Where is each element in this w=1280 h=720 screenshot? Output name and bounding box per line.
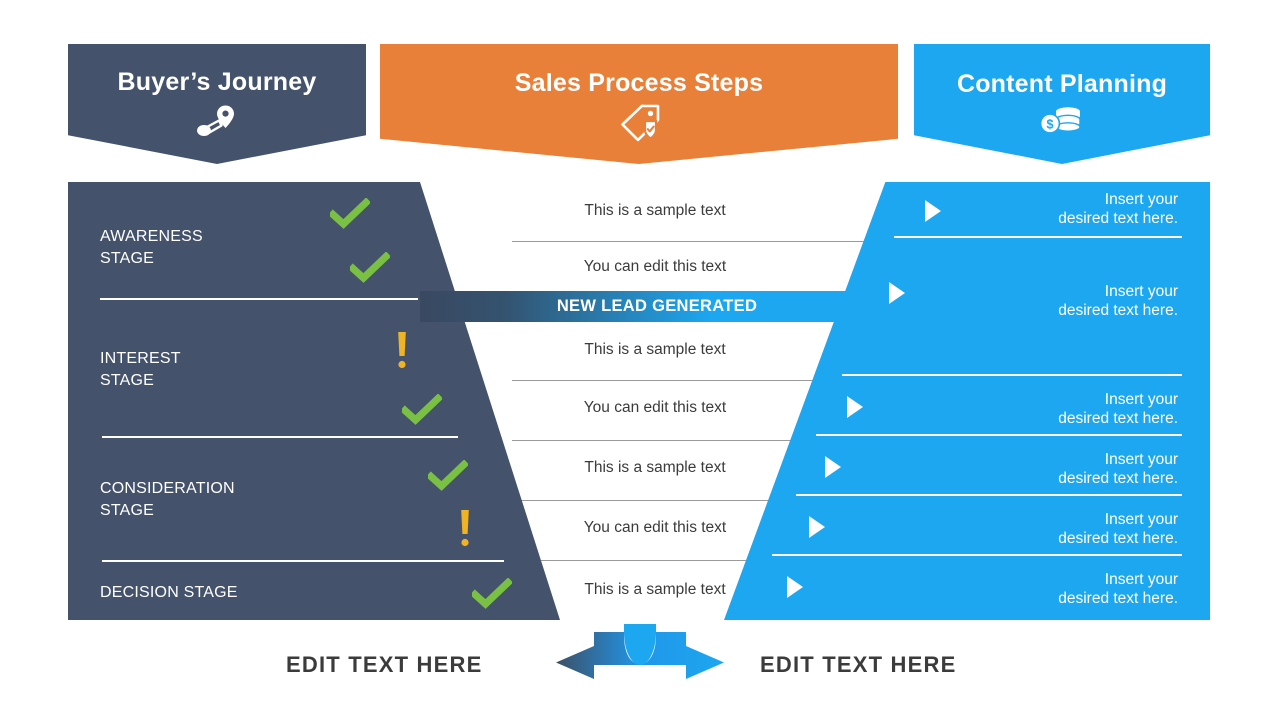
center-row-text: You can edit this text <box>583 257 727 275</box>
content-row-text: Insert your desired text here. <box>1058 511 1178 548</box>
content-row-underline <box>894 236 1182 238</box>
check-icon <box>399 393 444 426</box>
center-row-text: This is a sample text <box>584 340 726 358</box>
play-triangle-icon <box>886 280 908 306</box>
content-row-underline <box>772 554 1182 556</box>
svg-text:$: $ <box>1047 117 1054 131</box>
exclamation-icon <box>455 508 475 550</box>
tag-shield-check-icon <box>617 104 661 142</box>
check-icon <box>425 459 470 492</box>
header-title-buyers-journey: Buyer’s Journey <box>117 68 317 96</box>
stage-divider <box>102 560 504 562</box>
row-separator <box>512 380 864 381</box>
stage-divider <box>102 436 458 438</box>
stage-label-interest: INTEREST STAGE <box>100 350 181 390</box>
stage-label-awareness: AWARENESS STAGE <box>100 228 203 268</box>
check-icon <box>469 577 514 610</box>
header-banner-sales-process-steps[interactable]: Sales Process Steps <box>380 44 898 164</box>
content-row-text: Insert your desired text here. <box>1058 283 1178 320</box>
center-row[interactable]: You can edit this text <box>420 242 890 292</box>
exclamation-icon <box>392 330 412 372</box>
play-triangle-icon <box>822 454 844 480</box>
center-row-text: This is a sample text <box>584 458 726 476</box>
bottom-right-edit-text-label[interactable]: EDIT TEXT HERE <box>760 652 957 678</box>
header-banner-buyers-journey[interactable]: Buyer’s Journey <box>68 44 366 164</box>
center-row-text: This is a sample text <box>584 201 726 219</box>
play-triangle-icon <box>806 514 828 540</box>
content-row-text: Insert your desired text here. <box>1058 571 1178 608</box>
check-icon <box>347 251 392 284</box>
route-location-pin-icon <box>193 103 241 139</box>
bottom-left-edit-text-label[interactable]: EDIT TEXT HERE <box>286 652 483 678</box>
content-row-underline <box>842 374 1182 376</box>
stage-divider <box>100 298 418 300</box>
check-icon <box>327 197 372 230</box>
slide-canvas: Buyer’s Journey Sales Process Steps Cont… <box>0 0 1280 720</box>
content-row-underline <box>796 494 1182 496</box>
center-row-text: You can edit this text <box>583 398 727 416</box>
content-row-text: Insert your desired text here. <box>1058 451 1178 488</box>
header-title-sales-process-steps: Sales Process Steps <box>514 69 764 97</box>
split-two-way-arrow-icon <box>554 618 726 684</box>
content-row-underline <box>816 434 1182 436</box>
play-triangle-icon <box>922 198 944 224</box>
play-triangle-icon <box>784 574 806 600</box>
header-banner-content-planning[interactable]: Content Planning $ <box>914 44 1210 164</box>
center-row[interactable]: This is a sample text <box>420 184 890 238</box>
header-title-content-planning: Content Planning <box>956 70 1168 98</box>
center-row-text: This is a sample text <box>584 580 726 598</box>
content-row-text: Insert your desired text here. <box>1058 391 1178 428</box>
new-lead-generated-band[interactable]: NEW LEAD GENERATED <box>420 291 890 322</box>
play-triangle-icon <box>844 394 866 420</box>
stage-label-consideration: CONSIDERATION STAGE <box>100 480 235 520</box>
stage-label-decision: DECISION STAGE <box>100 584 238 601</box>
coins-dollar-icon: $ <box>1039 105 1085 135</box>
content-row-text: Insert your desired text here. <box>1058 191 1178 228</box>
new-lead-generated-label: NEW LEAD GENERATED <box>556 297 758 315</box>
center-row-text: You can edit this text <box>583 518 727 536</box>
